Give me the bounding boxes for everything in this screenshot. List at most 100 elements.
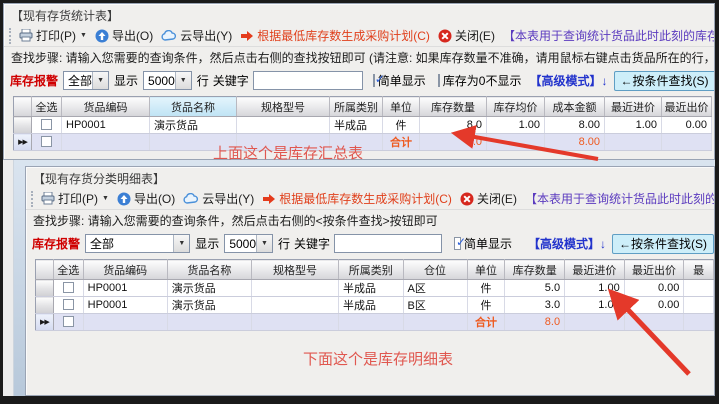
advanced-mode-link[interactable]: 【高级模式】↓ — [529, 72, 607, 89]
col-category[interactable]: 所属类别 — [330, 97, 383, 117]
col-truncated[interactable]: 最 — [684, 260, 714, 280]
keyword-input[interactable] — [253, 71, 363, 90]
current-row-indicator-icon: ▶▶ — [14, 134, 32, 151]
col-item-name[interactable]: 货品名称 — [167, 260, 251, 280]
col-stock-qty[interactable]: 库存数量 — [505, 260, 565, 280]
show-rows-select[interactable]: 5000 ▼ — [143, 71, 192, 90]
col-stock-qty[interactable]: 库存数量 — [420, 97, 487, 117]
purchase-plan-label: 根据最低库存数生成采购计划(C) — [257, 27, 430, 44]
col-cost-amount[interactable]: 成本金额 — [545, 97, 605, 117]
table-row[interactable]: HP0001 演示货品 半成品 B区 件 3.0 1.00 0.00 — [36, 297, 714, 314]
col-item-name[interactable]: 货品名称 — [150, 97, 237, 117]
col-select-all[interactable]: 全选 — [53, 260, 83, 280]
print-dropdown-caret-icon[interactable]: ▼ — [102, 195, 109, 202]
panel-title-summary: 【现有存货统计表】 — [4, 4, 714, 25]
cell-truncated — [684, 297, 714, 314]
detail-table: 全选 货品编码 货品名称 规格型号 所属类别 仓位 单位 库存数量 最近进价 最… — [35, 259, 714, 331]
export-button[interactable]: 导出(O) — [91, 26, 157, 45]
export-label: 导出(O) — [112, 27, 153, 44]
search-button[interactable]: ←按条件查找(S) — [614, 71, 716, 91]
col-unit[interactable]: 单位 — [383, 97, 420, 117]
panel-title-detail: 【现有存货分类明细表】 — [26, 167, 714, 188]
col-unit[interactable]: 单位 — [467, 260, 505, 280]
print-dropdown-caret-icon[interactable]: ▼ — [80, 32, 87, 39]
cell-name: 演示货品 — [167, 280, 251, 297]
row-checkbox[interactable] — [41, 136, 52, 147]
search-button[interactable]: ←按条件查找(S) — [612, 234, 714, 254]
row-checkbox[interactable] — [63, 282, 74, 293]
cloud-export-label: 云导出(Y) — [202, 190, 254, 207]
col-last-in-price[interactable]: 最近进价 — [565, 260, 625, 280]
printer-icon — [19, 29, 33, 42]
stock-alarm-select[interactable]: 全部 ▼ — [85, 234, 190, 253]
col-last-in-price[interactable]: 最近进价 — [605, 97, 662, 117]
export-button[interactable]: 导出(O) — [113, 189, 179, 208]
col-last-out-price[interactable]: 最近出价 — [624, 260, 684, 280]
advanced-mode-link[interactable]: 【高级模式】↓ — [528, 235, 606, 252]
cell-category: 半成品 — [338, 280, 403, 297]
cloud-export-button[interactable]: 云导出(Y) — [179, 189, 258, 208]
cell-last-out: 0.00 — [662, 117, 712, 134]
col-spec[interactable]: 规格型号 — [237, 97, 330, 117]
cell-cost: 8.00 — [545, 117, 605, 134]
row-checkbox[interactable] — [63, 316, 74, 327]
filter-bar-detail: 库存报警 全部 ▼ 显示 5000 ▼ 行 关键字 简单显示 【高级模式】↓ ←… — [26, 231, 714, 256]
keyword-label: 关键字 — [294, 235, 330, 252]
close-button[interactable]: 关闭(E) — [456, 189, 521, 208]
total-empty — [167, 314, 251, 331]
combo-arrow-icon: ▼ — [256, 235, 272, 252]
purchase-plan-button[interactable]: 根据最低库存数生成采购计划(C) — [236, 26, 434, 45]
cell-qty: 8.0 — [420, 117, 487, 134]
combo-arrow-icon: ▼ — [92, 72, 108, 89]
app-window: 【现有存货统计表】 打印(P) ▼ 导出(O) 云导出(Y) 根据最 — [0, 0, 719, 404]
cell-last-out: 0.00 — [624, 297, 684, 314]
hide-zero-checkbox[interactable] — [438, 74, 440, 87]
client-left-strip — [3, 155, 14, 396]
simple-display-label: 简单显示 — [464, 235, 512, 252]
filter-bar-summary: 库存报警 全部 ▼ 显示 5000 ▼ 行 关键字 简单显示 库存为0不显示 【… — [4, 68, 714, 93]
row-checkbox-cell — [32, 134, 62, 151]
col-spec[interactable]: 规格型号 — [252, 260, 339, 280]
print-label: 打印(P) — [58, 190, 98, 207]
col-category[interactable]: 所属类别 — [338, 260, 403, 280]
detail-header-row: 全选 货品编码 货品名称 规格型号 所属类别 仓位 单位 库存数量 最近进价 最… — [36, 260, 714, 280]
red-arrow-icon — [240, 30, 254, 42]
show-rows-select[interactable]: 5000 ▼ — [224, 234, 273, 253]
total-empty — [624, 314, 684, 331]
col-warehouse-location[interactable]: 仓位 — [403, 260, 467, 280]
export-icon — [95, 29, 109, 43]
col-item-code[interactable]: 货品编码 — [62, 97, 150, 117]
toolbar-detail: 打印(P) ▼ 导出(O) 云导出(Y) 根据最低库存数生成采购计划(C) — [26, 188, 714, 210]
stock-alarm-select[interactable]: 全部 ▼ — [63, 71, 109, 90]
row-indicator — [14, 117, 32, 134]
close-button[interactable]: 关闭(E) — [434, 26, 499, 45]
cell-location: B区 — [403, 297, 467, 314]
cell-code: HP0001 — [62, 117, 150, 134]
cell-category: 半成品 — [330, 117, 383, 134]
keyword-label: 关键字 — [213, 72, 249, 89]
current-row-indicator-icon: ▶▶ — [36, 314, 54, 331]
keyword-input[interactable] — [334, 234, 442, 253]
cell-location: A区 — [403, 280, 467, 297]
table-row[interactable]: HP0001 演示货品 半成品 件 8.0 1.00 8.00 1.00 0.0… — [14, 117, 712, 134]
cloud-export-button[interactable]: 云导出(Y) — [157, 26, 236, 45]
purchase-plan-button[interactable]: 根据最低库存数生成采购计划(C) — [258, 189, 456, 208]
mdi-client-area: 【现有存货统计表】 打印(P) ▼ 导出(O) 云导出(Y) 根据最 — [3, 3, 715, 396]
table-row[interactable]: HP0001 演示货品 半成品 A区 件 5.0 1.00 0.00 — [36, 280, 714, 297]
print-button[interactable]: 打印(P) ▼ — [37, 189, 113, 208]
simple-display-checkbox[interactable] — [454, 237, 461, 250]
row-checkbox[interactable] — [41, 119, 52, 130]
col-avg-price[interactable]: 库存均价 — [487, 97, 545, 117]
col-select-all[interactable]: 全选 — [32, 97, 62, 117]
simple-display-checkbox[interactable] — [373, 74, 375, 87]
col-item-code[interactable]: 货品编码 — [83, 260, 167, 280]
export-label: 导出(O) — [134, 190, 175, 207]
row-checkbox[interactable] — [63, 299, 74, 310]
row-indicator-header — [14, 97, 32, 117]
col-last-out-price[interactable]: 最近出价 — [662, 97, 712, 117]
close-label: 关闭(E) — [477, 190, 517, 207]
print-button[interactable]: 打印(P) ▼ — [15, 26, 91, 45]
usage-note: 【本表用于查询统计货品此时此刻的库存数量、成本、金额等情况】 — [525, 190, 715, 207]
cloud-icon — [183, 193, 199, 205]
cell-qty: 5.0 — [505, 280, 565, 297]
